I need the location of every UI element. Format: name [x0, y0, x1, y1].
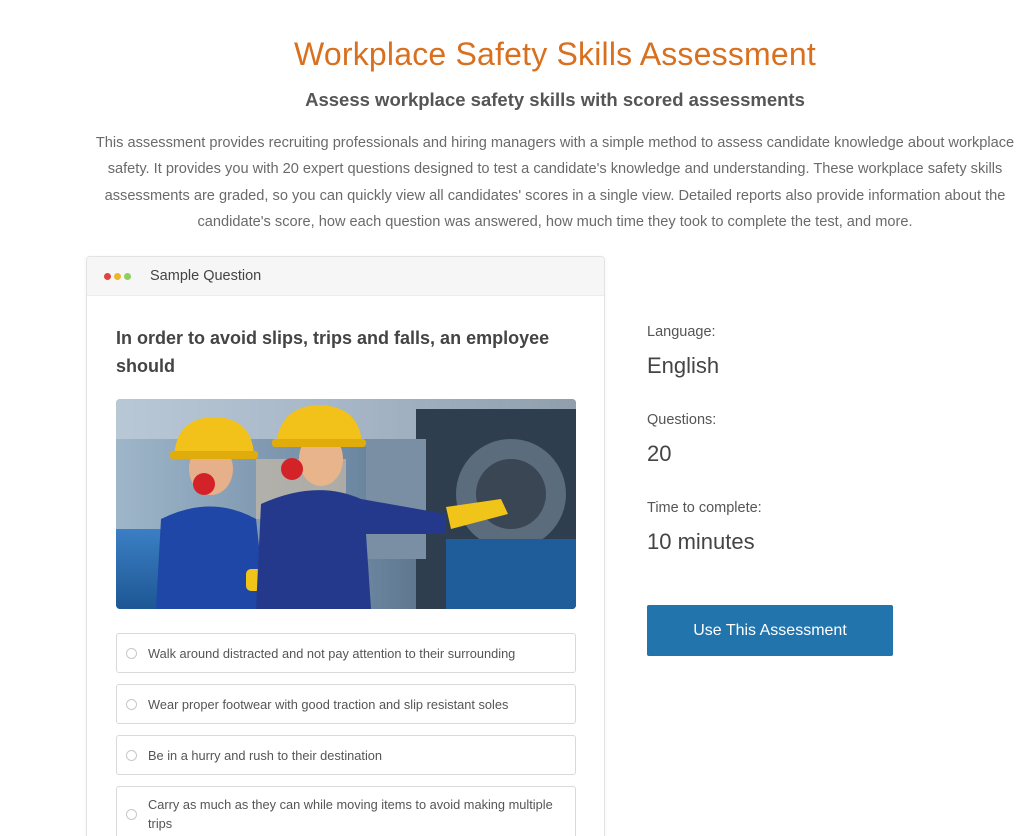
radio-icon[interactable]: [126, 698, 137, 710]
time-label: Time to complete:: [647, 500, 762, 516]
page-title: Workplace Safety Skills Assessment: [294, 36, 816, 72]
answer-option-text: Be in a hurry and rush to their destinat…: [148, 747, 383, 763]
questions-value: 20: [647, 441, 672, 466]
radio-icon[interactable]: [126, 749, 137, 761]
card-header-label: Sample Question: [150, 268, 262, 284]
use-assessment-button[interactable]: Use This Assessment: [647, 605, 893, 656]
answer-option-1[interactable]: Walk around distracted and not pay atten…: [116, 633, 576, 673]
window-dot-red-icon: [104, 272, 111, 280]
answer-option-2[interactable]: Wear proper footwear with good traction …: [116, 684, 576, 724]
window-dot-green-icon: [124, 272, 131, 280]
answer-option-4[interactable]: Carry as much as they can while moving i…: [116, 786, 576, 836]
radio-icon[interactable]: [126, 808, 137, 820]
window-dot-yellow-icon: [114, 272, 121, 280]
questions-label: Questions:: [647, 412, 717, 428]
answer-option-3[interactable]: Be in a hurry and rush to their destinat…: [116, 735, 576, 775]
answer-option-text: Carry as much as they can while moving i…: [148, 797, 553, 831]
sample-question-card: Sample Question In order to avoid slips,…: [86, 256, 605, 836]
page-subtitle: Assess workplace safety skills with scor…: [305, 89, 805, 110]
card-header: Sample Question: [87, 257, 604, 296]
time-value: 10 minutes: [647, 529, 755, 554]
answer-option-text: Wear proper footwear with good traction …: [148, 696, 509, 712]
question-image: [116, 399, 576, 609]
language-value: English: [647, 353, 720, 378]
radio-icon[interactable]: [126, 647, 137, 659]
language-label: Language:: [647, 324, 716, 340]
question-text: In order to avoid slips, trips and falls…: [116, 328, 550, 376]
answer-option-text: Walk around distracted and not pay atten…: [148, 645, 516, 661]
page-description: This assessment provides recruiting prof…: [95, 135, 1015, 230]
